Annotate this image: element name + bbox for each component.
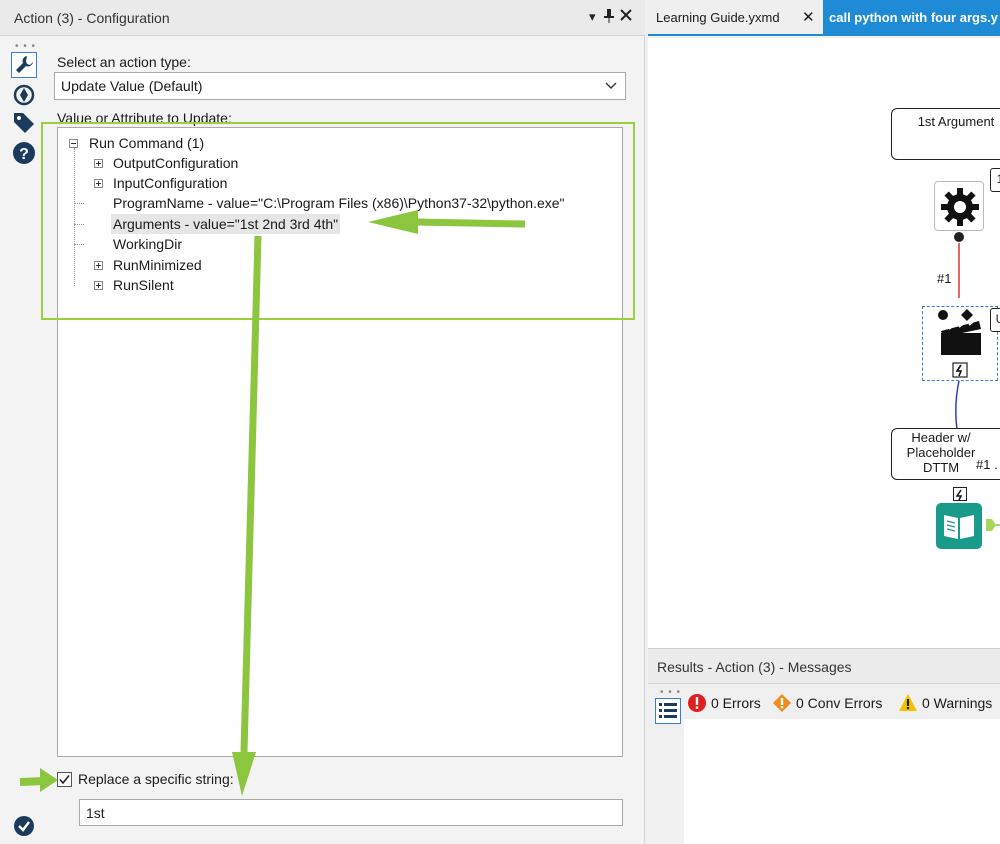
workflow-canvas[interactable]: 1st Argument 1 #1 — [648, 38, 1000, 648]
tab-learning-guide[interactable]: Learning Guide.yxmd ✕ — [648, 0, 823, 34]
replace-string-checkbox[interactable] — [57, 772, 72, 787]
output-anchor-icon[interactable] — [954, 232, 964, 242]
left-toolbar: • • • ? — [0, 36, 44, 844]
tree-connector — [74, 224, 84, 225]
conv-error-icon — [773, 694, 791, 712]
connection-label: #1 — [937, 271, 952, 286]
action-type-label: Select an action type: — [57, 54, 191, 70]
dropdown-arrow-icon[interactable]: ▾ — [589, 9, 596, 25]
action-tool-selected[interactable] — [922, 306, 998, 381]
chevron-down-icon — [605, 78, 617, 95]
list-icon[interactable] — [655, 698, 681, 724]
collapse-icon[interactable] — [69, 139, 78, 148]
results-panel: • • • 0 Errors 0 Conv Errors 0 Warnings — [648, 685, 1000, 844]
canvas-side-tag: 1 — [990, 168, 1000, 192]
tag-icon[interactable] — [11, 110, 37, 136]
document-tab-bar: Learning Guide.yxmd ✕ call python with f… — [648, 0, 1000, 36]
help-icon[interactable]: ? — [11, 140, 37, 166]
panel-title: Action (3) - Configuration — [14, 10, 170, 26]
tree-item-program-name[interactable]: ProgramName - value="C:\Program Files (x… — [113, 193, 565, 213]
results-header: Results - Action (3) - Messages — [648, 648, 1000, 684]
action-type-select[interactable]: Update Value (Default) — [54, 72, 626, 100]
replace-string-label[interactable]: Replace a specific string: — [78, 771, 234, 787]
output-anchor-icon[interactable] — [986, 518, 996, 531]
configuration-panel: Action (3) - Configuration ▾ • • • ? Sel… — [0, 0, 645, 844]
pin-icon[interactable] — [604, 9, 614, 26]
clapperboard-icon — [938, 309, 981, 378]
tab-call-python[interactable]: call python with four args.y — [823, 0, 1000, 34]
replace-string-input[interactable] — [79, 799, 623, 826]
expand-icon[interactable] — [94, 261, 103, 270]
input-anchor-icon[interactable] — [953, 487, 967, 501]
expand-icon[interactable] — [94, 159, 103, 168]
book-icon[interactable] — [936, 503, 982, 549]
grip-handle: • • • — [660, 687, 682, 698]
connection-label: #1 . — [976, 457, 998, 472]
svg-text:?: ? — [19, 146, 29, 163]
results-message-list[interactable] — [684, 719, 1000, 844]
check-circle-icon[interactable] — [13, 815, 35, 837]
action-type-value: Update Value (Default) — [61, 78, 203, 94]
close-icon[interactable] — [620, 9, 632, 24]
expand-icon[interactable] — [94, 179, 103, 188]
tree-connector — [74, 148, 75, 286]
warning-icon — [899, 694, 917, 711]
text-input-tool-box[interactable]: 1st Argument — [891, 108, 1000, 160]
placeholder-tool-box[interactable]: Header w/ Placeholder DTTM — [891, 428, 1000, 480]
target-icon[interactable] — [11, 82, 37, 108]
expand-icon[interactable] — [94, 281, 103, 290]
error-icon — [688, 694, 706, 712]
results-title: Results - Action (3) - Messages — [657, 659, 852, 675]
attribute-tree[interactable]: Run Command (1) OutputConfiguration Inpu… — [57, 127, 623, 757]
gear-icon[interactable] — [934, 181, 984, 231]
tree-connector — [74, 203, 84, 204]
panel-header: Action (3) - Configuration ▾ — [0, 0, 645, 36]
grip-handle: • • • — [15, 41, 37, 52]
canvas-side-tag: U — [990, 308, 1000, 332]
wrench-icon[interactable] — [11, 52, 37, 78]
tab-close-icon[interactable]: ✕ — [802, 8, 815, 26]
tree-connector — [74, 244, 84, 245]
value-attribute-label: Value or Attribute to Update: — [57, 110, 232, 126]
tree-item-working-dir[interactable]: WorkingDir — [113, 234, 182, 254]
tree-item-arguments[interactable]: Arguments - value="1st 2nd 3rd 4th" — [111, 214, 341, 234]
